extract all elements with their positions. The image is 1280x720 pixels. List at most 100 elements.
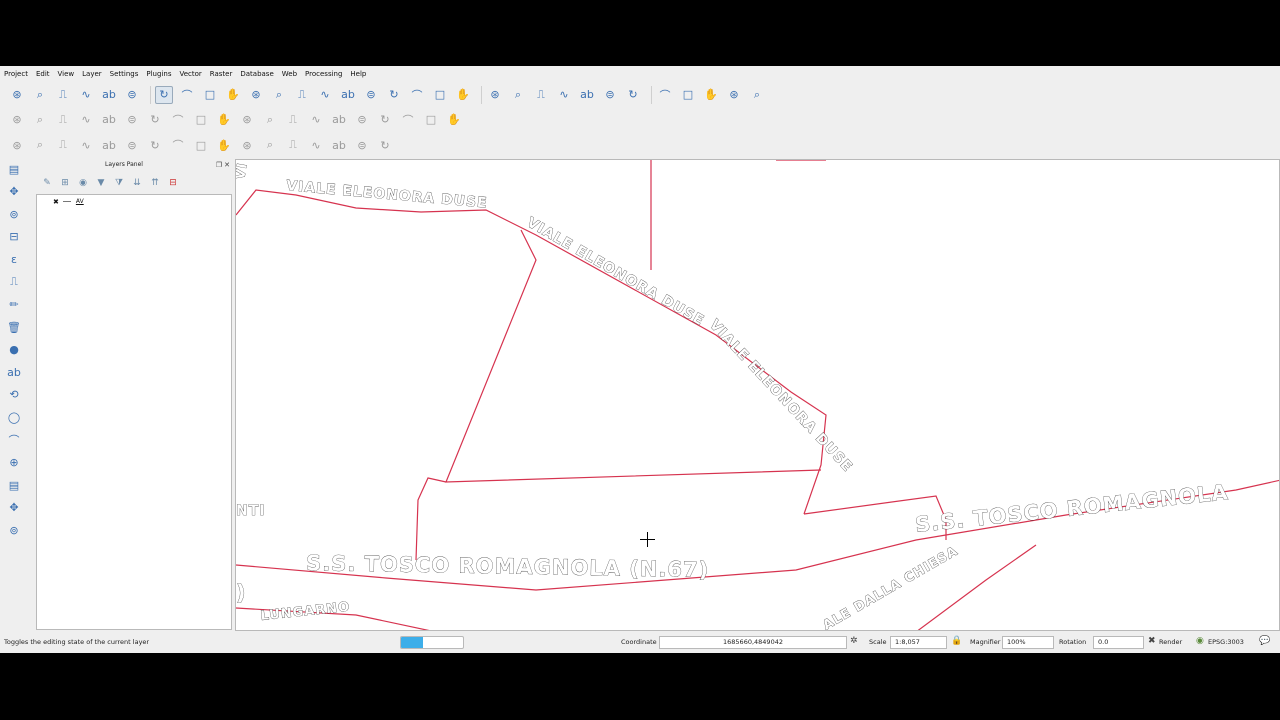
new-gpx-icon[interactable]: ◯ — [5, 409, 23, 427]
split-features-icon[interactable]: ⎍ — [284, 136, 302, 154]
add-feature-icon[interactable]: ∿ — [77, 111, 95, 129]
menu-web[interactable]: Web — [282, 66, 297, 82]
offset-curve-icon[interactable]: ⌕ — [261, 136, 279, 154]
copy-features-icon[interactable]: □ — [192, 111, 210, 129]
zoom-out-icon[interactable]: ⊛ — [247, 86, 265, 104]
show-bookmarks-icon[interactable]: □ — [431, 86, 449, 104]
delete-part-icon[interactable]: ✋ — [215, 136, 233, 154]
rotate-label-icon[interactable]: ⊜ — [353, 111, 371, 129]
add-vector-layer-icon[interactable]: ▤ — [5, 160, 23, 178]
toggle-extents-icon[interactable]: ✲ — [850, 636, 858, 646]
composer-manager-icon[interactable]: ⊜ — [123, 86, 141, 104]
coordinate-capture-icon[interactable]: ✥ — [5, 499, 23, 517]
statistical-summary-icon[interactable]: ⌒ — [656, 86, 674, 104]
menu-vector[interactable]: Vector — [179, 66, 201, 82]
render-checkbox-icon[interactable]: ✖ — [1148, 636, 1156, 646]
current-edits-icon[interactable]: ⊛ — [8, 111, 26, 129]
refresh-icon[interactable]: ✋ — [454, 86, 472, 104]
rotate-point-symbols-icon[interactable]: ↻ — [376, 136, 394, 154]
layer-name[interactable]: AV — [76, 198, 84, 205]
zoom-full-icon[interactable]: ⎍ — [293, 86, 311, 104]
lock-scale-icon[interactable]: 🔒 — [951, 636, 962, 646]
layer-style-icon[interactable]: ✎ — [40, 178, 54, 188]
messages-icon[interactable]: 💬 — [1259, 636, 1270, 646]
zoom-in-icon[interactable]: ✋ — [224, 86, 242, 104]
collapse-all-icon[interactable]: ⇈ — [148, 178, 162, 188]
gps-tool-icon[interactable]: ⊕ — [5, 454, 23, 472]
csw-icon[interactable]: □ — [422, 111, 440, 129]
new-shapefile-icon[interactable]: ab — [5, 363, 23, 381]
merge-selected-icon[interactable]: ab — [330, 136, 348, 154]
save-edits-icon[interactable]: ⎍ — [54, 111, 72, 129]
delete-selected-icon[interactable]: ↻ — [146, 111, 164, 129]
rotate-feature-icon[interactable]: ∿ — [77, 136, 95, 154]
reshape-icon[interactable]: ⊛ — [238, 136, 256, 154]
redo-icon[interactable]: ⎍ — [54, 136, 72, 154]
map-canvas[interactable]: VIALE ELEONORA DUSE VIALE ELEONORA DUSE … — [235, 159, 1280, 631]
change-label-icon[interactable]: ↻ — [376, 111, 394, 129]
node-tool-icon[interactable]: ⊜ — [123, 111, 141, 129]
touch-zoom-icon[interactable]: ↻ — [155, 85, 173, 104]
split-parts-icon[interactable]: ∿ — [307, 136, 325, 154]
advanced-digitize-icon[interactable]: ⊛ — [8, 136, 26, 154]
save-project-icon[interactable]: ⎍ — [54, 86, 72, 104]
add-group-icon[interactable]: ⊞ — [58, 178, 72, 188]
attribute-table-icon[interactable]: ⊜ — [601, 86, 619, 104]
zoom-last-icon[interactable]: ⊜ — [362, 86, 380, 104]
layer-labeling-icon[interactable]: ⊛ — [238, 111, 256, 129]
simplify-icon[interactable]: ab — [100, 136, 118, 154]
menu-layer[interactable]: Layer — [82, 66, 102, 82]
menu-processing[interactable]: Processing — [305, 66, 342, 82]
close-panel-icon[interactable]: ✕ — [224, 161, 230, 169]
measure-zoom-icon[interactable]: ⌕ — [509, 86, 527, 104]
python-console-icon[interactable]: ✋ — [445, 111, 463, 129]
remove-layer-icon[interactable]: ⊟ — [166, 178, 180, 188]
filter-legend-icon[interactable]: ▼ — [94, 178, 108, 188]
save-as-icon[interactable]: ∿ — [77, 86, 95, 104]
delete-ring-icon[interactable]: □ — [192, 136, 210, 154]
menu-view[interactable]: View — [58, 66, 75, 82]
add-part-icon[interactable]: ↻ — [146, 136, 164, 154]
menu-project[interactable]: Project — [4, 66, 28, 82]
map-tips-icon[interactable]: ✋ — [702, 86, 720, 104]
pin-labels-icon[interactable]: ⌕ — [261, 111, 279, 129]
zoom-next-icon[interactable]: ↻ — [385, 86, 403, 104]
georeferencer-icon[interactable]: ▤ — [5, 476, 23, 494]
merge-attributes-icon[interactable]: ⊜ — [353, 136, 371, 154]
add-wfs-icon[interactable]: ✏ — [5, 296, 23, 314]
select-features-icon[interactable]: ⎍ — [532, 86, 550, 104]
scale-combobox[interactable]: 1:8,057 — [890, 636, 947, 649]
show-hide-labels-icon[interactable]: ⌒ — [399, 111, 417, 129]
diagram-options-icon[interactable]: ⎍ — [284, 111, 302, 129]
fill-ring-icon[interactable]: ⌒ — [169, 136, 187, 154]
zoom-to-layer-icon[interactable]: ab — [339, 86, 357, 104]
undo-icon[interactable]: ⌕ — [31, 136, 49, 154]
layer-visibility-checkbox[interactable]: ✖ — [53, 198, 59, 206]
menu-edit[interactable]: Edit — [36, 66, 50, 82]
new-bookmark-icon[interactable]: ⌒ — [408, 86, 426, 104]
pan-to-selection-icon[interactable]: □ — [201, 86, 219, 104]
menu-help[interactable]: Help — [350, 66, 366, 82]
move-label-icon[interactable]: ab — [330, 111, 348, 129]
add-postgis-icon[interactable]: 🗑 — [5, 318, 23, 336]
add-spatialite-icon[interactable]: ⊟ — [5, 228, 23, 246]
add-wcs-icon[interactable]: ⎍ — [5, 273, 23, 291]
menu-plugins[interactable]: Plugins — [146, 66, 171, 82]
toggle-editing-icon[interactable]: ⌕ — [31, 111, 49, 129]
paste-features-icon[interactable]: ✋ — [215, 111, 233, 129]
layer-row[interactable]: ✖ AV — [37, 197, 231, 206]
magnifier-spinbox[interactable]: 100% — [1002, 636, 1054, 649]
rotation-spinbox[interactable]: 0.0 — [1093, 636, 1144, 649]
add-ring-icon[interactable]: ⊜ — [123, 136, 141, 154]
float-panel-icon[interactable]: ❐ — [216, 161, 222, 169]
new-project-icon[interactable]: ⊛ — [8, 86, 26, 104]
zoom-actual-icon[interactable]: ⌕ — [270, 86, 288, 104]
add-raster-layer-icon[interactable]: ✥ — [5, 183, 23, 201]
menu-settings[interactable]: Settings — [110, 66, 139, 82]
identify-icon[interactable]: ⊛ — [486, 86, 504, 104]
text-annotation-icon[interactable]: ⊛ — [725, 86, 743, 104]
menu-database[interactable]: Database — [240, 66, 273, 82]
topology-checker-icon[interactable]: ⊚ — [5, 522, 23, 540]
add-wms-icon[interactable]: ε — [5, 250, 23, 268]
highlight-pinned-icon[interactable]: ∿ — [307, 111, 325, 129]
